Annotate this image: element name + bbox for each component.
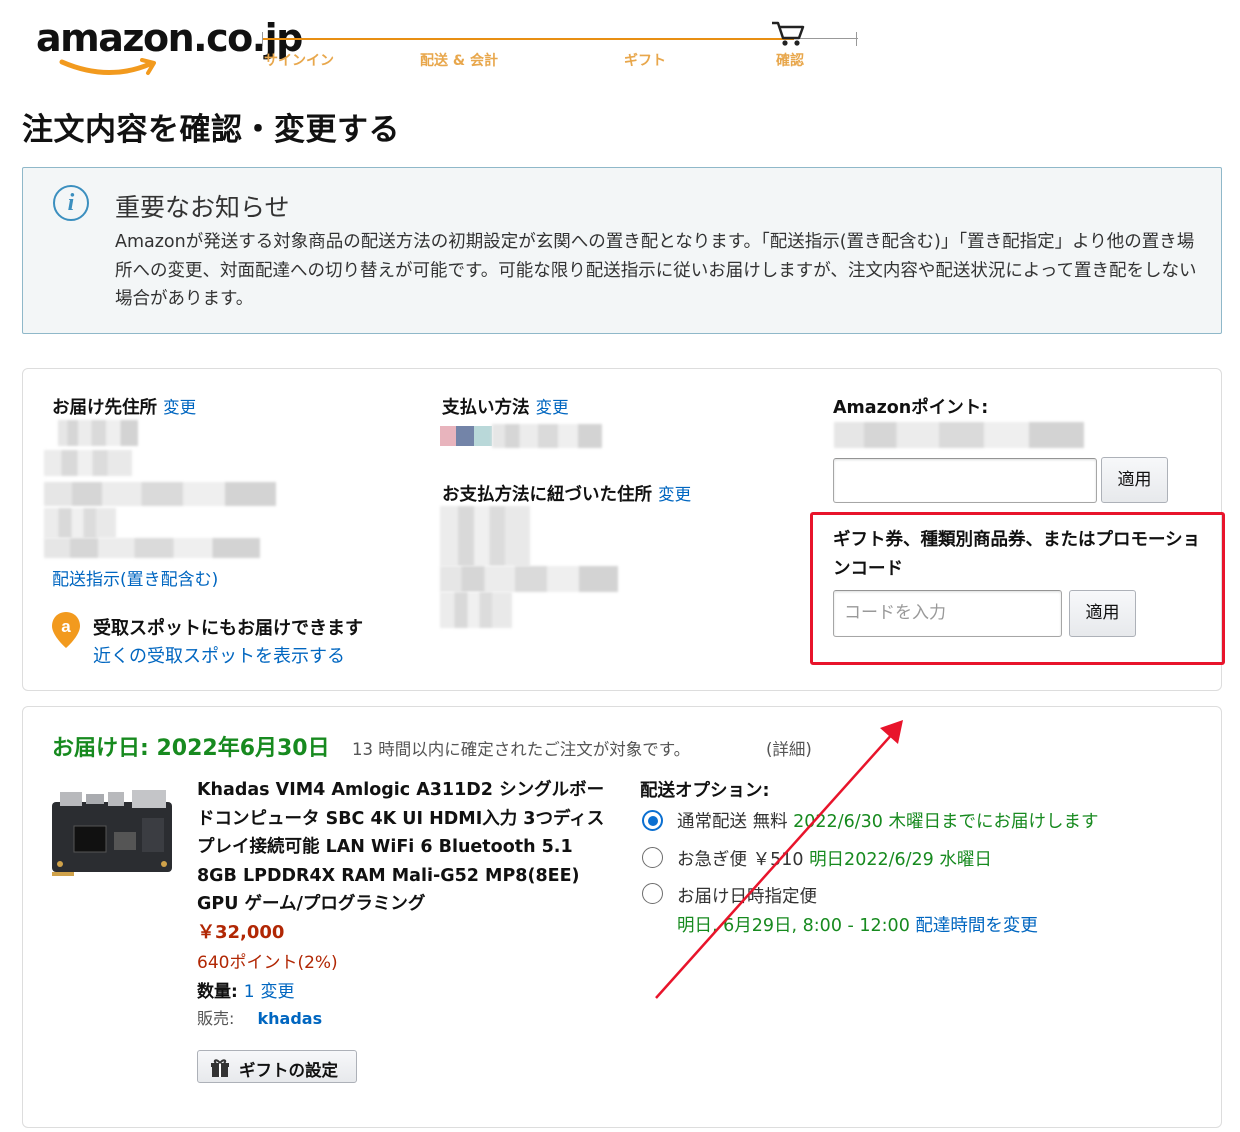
info-icon: i — [53, 185, 89, 221]
redacted-address — [44, 450, 132, 476]
redacted-card-swatch — [440, 426, 456, 446]
checkout-progress: サインイン 配送 & 会計 ギフト 確認 — [262, 21, 862, 72]
redacted-card-swatch — [456, 426, 474, 446]
shipping-option-standard-radio[interactable] — [642, 810, 663, 831]
gift-settings-label: ギフトの設定 — [239, 1061, 338, 1080]
shipping-option-express[interactable]: お急ぎ便 ￥510 明日2022/6/29 水曜日 — [677, 846, 992, 871]
redacted-address — [44, 538, 260, 558]
seller-link[interactable]: khadas — [258, 1009, 323, 1028]
product-price: ￥32,000 — [197, 922, 285, 943]
shipping-option-scheduled-radio[interactable] — [642, 883, 663, 904]
progress-tick — [262, 32, 263, 46]
svg-text:a: a — [61, 617, 71, 636]
redacted-card-swatch — [474, 426, 492, 446]
gift-icon — [211, 1059, 229, 1077]
redacted-points-balance — [834, 422, 1084, 448]
shipping-options-title: 配送オプション: — [640, 781, 770, 801]
redacted-address — [44, 482, 276, 506]
annotation-highlight-box — [810, 512, 1225, 665]
redacted-address — [44, 508, 116, 538]
gift-settings-button[interactable]: ギフトの設定 — [197, 1050, 357, 1083]
billing-address-label: お支払方法に紐づいた住所 変更 — [442, 485, 692, 505]
notice-body: Amazonが発送する対象商品の配送方法の初期設定が玄関への置き配となります。「… — [115, 232, 1197, 309]
shipping-address-label: お届け先住所 変更 — [52, 398, 197, 418]
change-quantity-link[interactable]: 変更 — [260, 982, 294, 1002]
page-title: 注文内容を確認・変更する — [22, 112, 400, 148]
amazon-points-label: Amazonポイント: — [833, 398, 989, 418]
product-title[interactable]: Khadas VIM4 Amlogic A311D2 シングルボードコンピュータ… — [197, 776, 609, 919]
pickup-point-icon: a — [52, 612, 80, 648]
product-points: 640ポイント(2%) — [197, 953, 338, 973]
change-payment-link[interactable]: 変更 — [536, 398, 569, 417]
change-delivery-time-link[interactable]: 配達時間を変更 — [915, 916, 1038, 936]
notice-title: 重要なお知らせ — [115, 193, 290, 222]
change-address-link[interactable]: 変更 — [163, 398, 196, 417]
quantity-row: 数量: 1 変更 — [197, 982, 295, 1002]
redacted-payment — [492, 424, 602, 448]
delivery-instructions-link[interactable]: 配送指示(置き配含む) — [52, 565, 218, 590]
apply-points-button[interactable]: 適用 — [1101, 457, 1168, 503]
amazon-logo[interactable]: amazon.co.jp — [36, 16, 303, 75]
step-shipping: 配送 & 会計 — [420, 53, 498, 69]
redacted-billing-address — [440, 566, 618, 592]
delivery-cutoff-note: 13 時間以内に確定されたご注文が対象です。 — [352, 740, 691, 759]
cart-icon — [772, 21, 805, 46]
logo-text: amazon.co.jp — [36, 16, 303, 60]
step-confirm: 確認 — [776, 53, 804, 69]
scheduled-delivery-window: 明日, 6月29日, 8:00 - 12:00 配達時間を変更 — [677, 916, 1038, 936]
seller-row: 販売: khadas — [197, 1009, 323, 1028]
shipping-option-scheduled[interactable]: お届け日時指定便 — [677, 883, 817, 908]
important-notice: i 重要なお知らせ Amazonが発送する対象商品の配送方法の初期設定が玄関への… — [22, 167, 1222, 334]
delivery-date: お届け日: 2022年6月30日 — [52, 736, 330, 761]
delivery-details-link[interactable]: (詳細) — [766, 736, 812, 760]
progress-tick — [856, 32, 857, 46]
change-billing-address-link[interactable]: 変更 — [658, 485, 691, 504]
quantity-value[interactable]: 1 — [244, 982, 255, 1002]
amazon-smile-icon — [59, 58, 156, 75]
progress-bar-complete — [262, 38, 794, 40]
redacted-billing-address — [440, 592, 512, 628]
payment-method-label: 支払い方法 変更 — [442, 398, 569, 418]
show-pickup-spots-link[interactable]: 近くの受取スポットを表示する — [93, 642, 345, 668]
redacted-address — [58, 420, 138, 446]
step-signin: サインイン — [264, 53, 334, 69]
product-image[interactable] — [50, 788, 174, 876]
points-input[interactable] — [833, 458, 1097, 503]
step-gift: ギフト — [624, 53, 666, 69]
pickup-spot-title: 受取スポットにもお届けできます — [93, 618, 363, 639]
shipping-option-express-radio[interactable] — [642, 847, 663, 868]
redacted-billing-address — [440, 506, 530, 566]
shipping-option-standard[interactable]: 通常配送 無料 2022/6/30 木曜日までにお届けします — [677, 808, 1098, 833]
